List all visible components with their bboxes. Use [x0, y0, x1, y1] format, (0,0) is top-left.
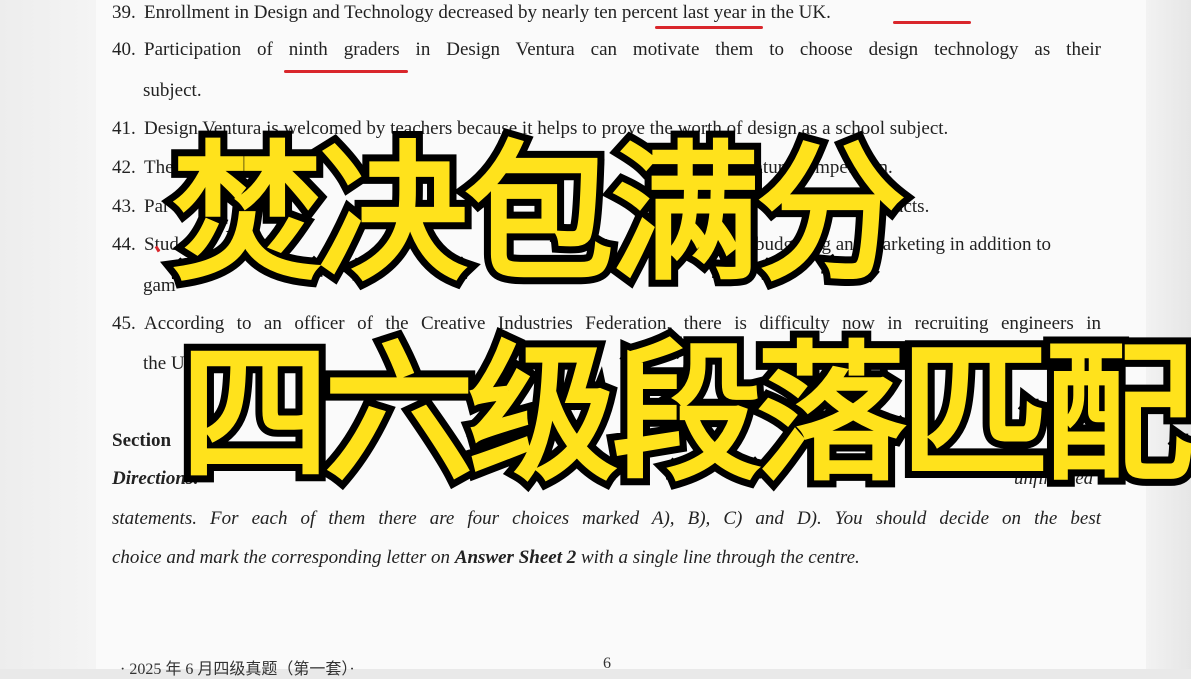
- directions-line3: choice and mark the corresponding letter…: [112, 547, 860, 569]
- red-underline: [284, 70, 408, 73]
- directions-line3-end: with a single line through the centre.: [580, 547, 860, 568]
- question-number: 45.: [112, 313, 136, 334]
- question-number: 44.: [112, 234, 136, 255]
- question-text: The: [144, 157, 174, 178]
- question-number: 41.: [112, 118, 136, 139]
- question-continuation: gam: [143, 275, 176, 296]
- footer-exam-title: · 2025 年 6 月四级真题（第一套）·: [120, 661, 355, 678]
- question-text: Par: [144, 196, 170, 217]
- question-text: Enrollment in Design and Technology decr…: [144, 2, 831, 23]
- question-continuation: subject.: [143, 80, 202, 101]
- overlay-title-line2: 四六级段落匹配: [173, 328, 1191, 502]
- directions-line2: statements. For each of them there are f…: [112, 508, 1101, 529]
- question-number: 39.: [112, 2, 136, 23]
- directions-line3-start: choice and mark the corresponding letter…: [112, 547, 451, 568]
- red-underline: [655, 26, 763, 29]
- question-number: 40.: [112, 39, 136, 60]
- section-heading: Section: [112, 430, 172, 451]
- question-text: Participation of ninth graders in Design…: [144, 39, 1101, 60]
- question-number: 42.: [112, 157, 136, 178]
- question-number: 43.: [112, 196, 136, 217]
- left-page-margin: [0, 0, 96, 669]
- footer-page-number: 6: [603, 655, 611, 672]
- overlay-title-line1: 焚决包满分: [165, 128, 913, 302]
- red-underline: [893, 21, 971, 24]
- answer-sheet-label: Answer Sheet 2: [454, 547, 577, 568]
